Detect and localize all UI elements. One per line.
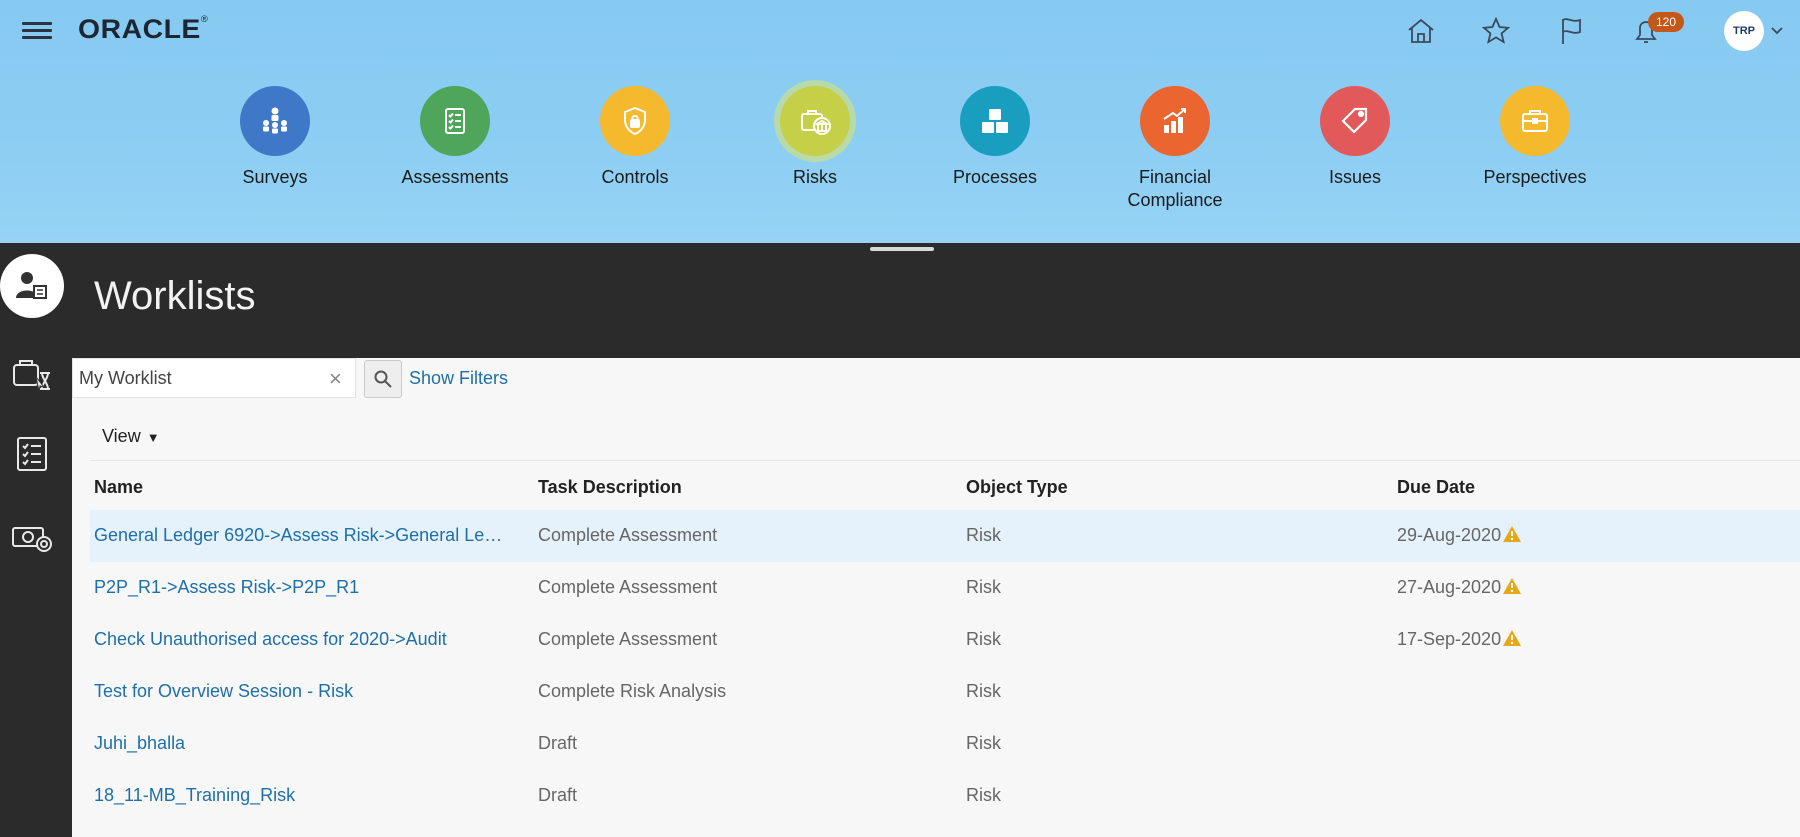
processes-circle — [960, 86, 1030, 156]
money-settings-icon[interactable] — [10, 518, 54, 558]
financial-compliance-circle — [1140, 86, 1210, 156]
panel-drag-handle[interactable] — [870, 247, 934, 251]
column-header-due-date[interactable]: Due Date — [1397, 477, 1475, 498]
home-icon[interactable] — [1404, 14, 1438, 48]
due-date-cell: 27-Aug-2020 — [1397, 577, 1522, 598]
worklist-panel: × Show Filters View ▼ Name Task Descripti… — [72, 358, 1800, 837]
shield-lock-icon — [624, 106, 646, 136]
object-type: Risk — [966, 785, 1001, 805]
issues-circle — [1320, 86, 1390, 156]
caret-down-icon: ▼ — [146, 430, 160, 445]
due-date-cell: 29-Aug-2020 — [1397, 525, 1522, 546]
table-row[interactable]: Juhi_bhalla Draft Risk — [90, 718, 1800, 770]
warning-icon — [1503, 630, 1522, 646]
worklist-table: Name Task Description Object Type Due Da… — [90, 460, 1800, 822]
column-header-name[interactable]: Name — [94, 477, 143, 498]
column-header-object-type[interactable]: Object Type — [966, 477, 1068, 498]
chevron-down-icon[interactable] — [1770, 24, 1784, 38]
surveys-circle — [240, 86, 310, 156]
search-icon — [374, 370, 392, 388]
assessments-circle — [420, 86, 490, 156]
due-date-cell: 17-Sep-2020 — [1397, 629, 1522, 650]
task-name-link[interactable]: P2P_R1->Assess Risk->P2P_R1 — [94, 577, 512, 598]
task-name-link[interactable]: Check Unauthorised access for 2020->Audi… — [94, 629, 512, 650]
object-type: Risk — [966, 629, 1001, 649]
logo-text: ORACLE — [78, 14, 201, 44]
favorites-star-icon[interactable] — [1479, 14, 1513, 48]
perspectives-circle — [1500, 86, 1570, 156]
table-row[interactable]: General Ledger 6920->Assess Risk->Genera… — [90, 510, 1800, 562]
nav-financial-compliance[interactable]: Financial Compliance — [1100, 86, 1250, 212]
clear-icon[interactable]: × — [329, 366, 342, 392]
risks-circle — [780, 86, 850, 156]
flag-icon[interactable] — [1554, 14, 1588, 48]
due-date: 29-Aug-2020 — [1397, 525, 1502, 545]
briefcase-bank-icon — [801, 110, 831, 135]
briefcase-icon — [1522, 110, 1548, 132]
table-row[interactable]: Check Unauthorised access for 2020->Audi… — [90, 614, 1800, 666]
object-type: Risk — [966, 733, 1001, 753]
boxes-icon — [982, 109, 1008, 133]
search-input[interactable] — [79, 359, 319, 397]
nav-label: Processes — [952, 167, 1038, 187]
bar-chart-growth-icon — [1163, 108, 1186, 133]
task-description: Draft — [538, 733, 578, 753]
show-filters-link[interactable]: Show Filters — [409, 368, 508, 389]
nav-label: Controls — [601, 167, 669, 187]
due-date: 17-Sep-2020 — [1397, 629, 1502, 649]
warning-icon — [1503, 578, 1522, 594]
search-field[interactable]: × — [72, 358, 356, 398]
task-name-link[interactable]: 18_11-MB_Training_Risk — [94, 785, 512, 806]
task-description: Complete Assessment — [538, 629, 718, 649]
view-menu-label: View — [102, 426, 141, 446]
user-avatar[interactable]: TRP — [1724, 11, 1764, 51]
search-button[interactable] — [364, 360, 402, 398]
task-description: Complete Assessment — [538, 577, 718, 597]
pending-tasks-icon[interactable] — [10, 355, 54, 395]
controls-circle — [600, 86, 670, 156]
nav-surveys[interactable]: Surveys — [200, 86, 350, 189]
nav-label: Issues — [1328, 167, 1382, 187]
checklist-icon — [445, 108, 465, 134]
nav-controls[interactable]: Controls — [560, 86, 710, 189]
task-name-link[interactable]: Juhi_bhalla — [94, 733, 512, 754]
table-header: Name Task Description Object Type Due Da… — [90, 460, 1800, 510]
task-name-link[interactable]: Test for Overview Session - Risk — [94, 681, 512, 702]
nav-processes[interactable]: Processes — [920, 86, 1070, 189]
column-header-task-description[interactable]: Task Description — [538, 477, 682, 498]
table-row[interactable]: P2P_R1->Assess Risk->P2P_R1 Complete Ass… — [90, 562, 1800, 614]
nav-assessments[interactable]: Assessments — [380, 86, 530, 189]
nav-label: Perspectives — [1483, 167, 1587, 187]
people-hierarchy-icon — [263, 107, 287, 134]
checklist-icon[interactable] — [10, 434, 54, 474]
task-description: Complete Risk Analysis — [538, 681, 727, 701]
object-type: Risk — [966, 681, 1001, 701]
task-name-link[interactable]: General Ledger 6920->Assess Risk->Genera… — [94, 525, 512, 546]
object-type: Risk — [966, 577, 1001, 597]
task-description: Draft — [538, 785, 578, 805]
nav-perspectives[interactable]: Perspectives — [1460, 86, 1610, 189]
nav-label: Risks — [793, 167, 837, 187]
page-title: Worklists — [94, 274, 256, 318]
table-row[interactable]: 18_11-MB_Training_Risk Draft Risk — [90, 770, 1800, 822]
task-description: Complete Assessment — [538, 525, 718, 545]
due-date: 27-Aug-2020 — [1397, 577, 1502, 597]
table-row[interactable]: Test for Overview Session - Risk Complet… — [90, 666, 1800, 718]
oracle-logo: ORACLE® — [78, 14, 209, 44]
notification-count-badge: 120 — [1648, 12, 1684, 32]
nav-label: Assessments — [401, 167, 509, 187]
nav-risks[interactable]: Risks — [740, 86, 890, 189]
nav-label: Financial Compliance — [1127, 167, 1223, 210]
worklist-user-icon[interactable] — [0, 254, 64, 318]
view-menu-button[interactable]: View ▼ — [102, 426, 160, 447]
nav-label: Surveys — [242, 167, 308, 187]
menu-icon[interactable] — [22, 18, 52, 42]
springboard-header: ORACLE® 120 TRP Surveys Assessments Cont… — [0, 0, 1800, 243]
nav-issues[interactable]: Issues — [1280, 86, 1430, 189]
tag-icon — [1341, 107, 1368, 134]
warning-icon — [1503, 526, 1522, 542]
object-type: Risk — [966, 525, 1001, 545]
